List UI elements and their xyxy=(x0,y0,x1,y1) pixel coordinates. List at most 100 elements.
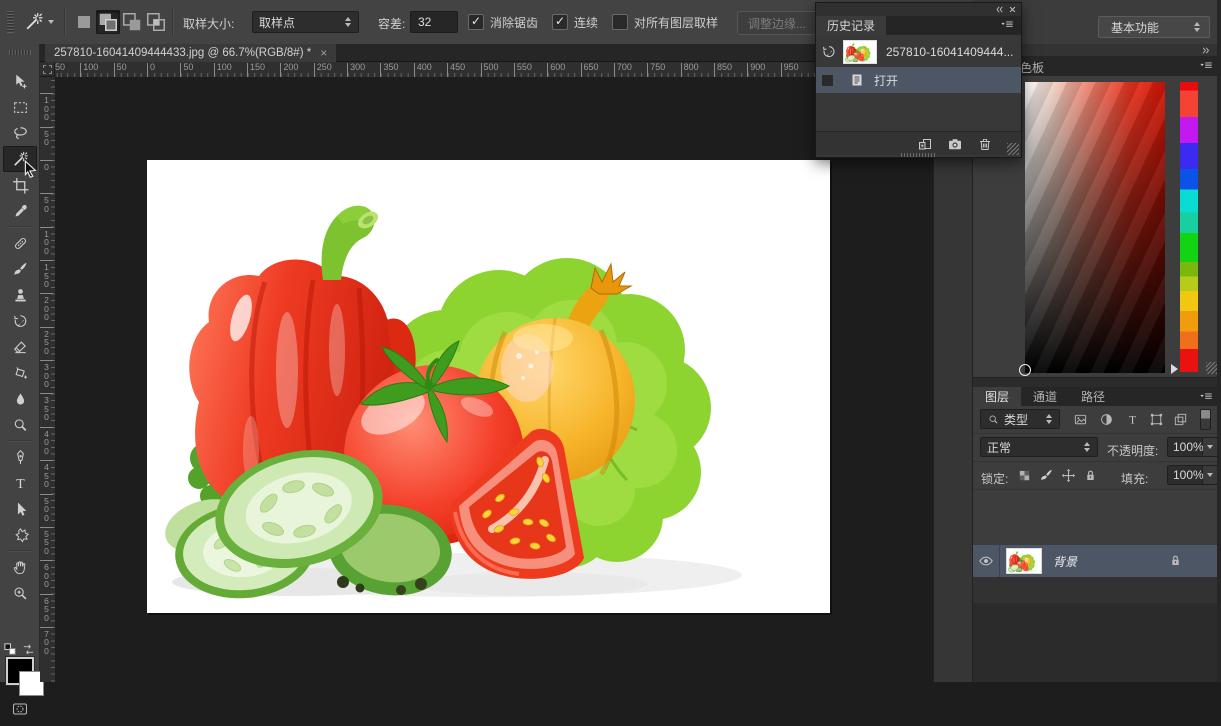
eye-icon[interactable] xyxy=(978,553,994,569)
layer-thumbnail[interactable] xyxy=(1006,548,1042,574)
tool-eraser[interactable] xyxy=(3,334,37,360)
ruler-label: 4 0 0 xyxy=(40,426,53,456)
options-bar-grip[interactable] xyxy=(7,11,14,33)
tool-eyedropper[interactable] xyxy=(3,198,37,224)
filter-type-layers-icon[interactable]: T xyxy=(1125,412,1140,427)
snapshot-thumbnail[interactable] xyxy=(843,40,877,64)
checkbox-消除锯齿[interactable]: ✓ 消除锯齿 xyxy=(468,14,538,31)
tool-clone-stamp[interactable] xyxy=(3,282,37,308)
history-brush-source-icon[interactable] xyxy=(821,44,837,60)
filter-toggle[interactable] xyxy=(1200,409,1211,430)
lock-all-icon[interactable] xyxy=(1083,468,1098,483)
history-snapshot-row[interactable]: 257810-16041409444... xyxy=(816,39,1021,65)
ruler-origin[interactable] xyxy=(40,62,55,77)
tool-dodge[interactable] xyxy=(3,412,37,438)
new-snapshot-icon[interactable] xyxy=(947,136,963,152)
close-panel-icon[interactable] xyxy=(1007,4,1018,15)
tool-hand[interactable] xyxy=(3,554,37,580)
hue-slider[interactable] xyxy=(1180,82,1198,372)
opacity-dropdown-button[interactable] xyxy=(1203,437,1218,457)
hue-slider-marker[interactable] xyxy=(1171,364,1178,374)
panel-menu-icon[interactable] xyxy=(998,18,1016,32)
magic-wand-icon xyxy=(24,12,44,32)
checkbox-对所有图层取样[interactable]: 对所有图层取样 xyxy=(612,14,718,31)
ruler-label: 100 xyxy=(213,63,232,77)
tab-图层[interactable]: 图层 xyxy=(973,387,1022,406)
filter-adjustment-layers-icon[interactable] xyxy=(1099,412,1114,427)
lock-transparency-icon[interactable] xyxy=(1017,468,1032,483)
tool-move[interactable] xyxy=(3,68,37,94)
tool-path-selection[interactable] xyxy=(3,496,37,522)
layer-filter-dropdown[interactable]: 类型 xyxy=(980,409,1060,429)
tool-preset-picker[interactable] xyxy=(24,10,62,34)
lock-label: 锁定: xyxy=(981,472,1009,486)
lock-position-icon[interactable] xyxy=(1061,468,1076,483)
ruler-label: 5 0 xyxy=(40,193,53,213)
vertical-ruler[interactable]: 1 0 0 5 0 0 5 0 1 0 0 1 5 0 2 0 0 2 5 0 3 0 0 3 5… xyxy=(40,77,56,682)
divider xyxy=(172,8,174,36)
quick-mask-button[interactable] xyxy=(10,701,30,717)
intersect-selection-button[interactable] xyxy=(144,10,168,34)
tool-paint-bucket[interactable] xyxy=(3,360,37,386)
panel-menu-icon[interactable] xyxy=(1197,59,1215,73)
tool-zoom[interactable] xyxy=(3,580,37,606)
subtract-from-selection-button[interactable] xyxy=(120,10,144,34)
checkbox-box[interactable]: ✓ xyxy=(552,14,569,30)
tool-brush[interactable] xyxy=(3,256,37,282)
tool-spot-healing-brush[interactable] xyxy=(3,230,37,256)
visibility-well[interactable] xyxy=(973,545,1000,577)
toolbox-grip[interactable] xyxy=(9,50,31,55)
refine-edge-button[interactable]: 调整边缘... xyxy=(737,11,817,35)
fill-dropdown-button[interactable] xyxy=(1203,465,1218,485)
default-colors-icon[interactable] xyxy=(3,642,18,657)
tolerance-input[interactable]: 32 xyxy=(410,11,458,33)
tool-lasso[interactable] xyxy=(3,120,37,146)
tool-custom-shape[interactable] xyxy=(3,522,37,548)
checkbox-box[interactable] xyxy=(612,14,629,30)
collapse-dock-icon[interactable] xyxy=(1199,45,1213,56)
tool-history-brush[interactable] xyxy=(3,308,37,334)
panel-menu-icon[interactable] xyxy=(1197,390,1215,404)
ruler-label: 550 xyxy=(513,63,532,77)
horizontal-ruler[interactable]: 1501005005010015020025030035040045050055… xyxy=(55,62,933,78)
tab-history[interactable]: 历史记录 xyxy=(816,16,887,35)
swap-colors-icon[interactable] xyxy=(21,642,36,657)
panel-resize-grip[interactable] xyxy=(901,153,937,157)
add-to-selection-button[interactable] xyxy=(96,10,120,34)
tab-通道[interactable]: 通道 xyxy=(1021,387,1069,406)
new-document-from-state-icon[interactable] xyxy=(917,136,933,152)
tab-路径[interactable]: 路径 xyxy=(1069,387,1117,406)
collapse-panel-icon[interactable] xyxy=(994,4,1005,15)
new-selection-button[interactable] xyxy=(72,10,96,34)
opacity-value[interactable]: 100% xyxy=(1167,437,1204,457)
lock-paint-icon[interactable] xyxy=(1039,468,1054,483)
filter-shape-layers-icon[interactable] xyxy=(1149,412,1164,427)
checkbox-box[interactable]: ✓ xyxy=(468,14,484,30)
delete-state-icon[interactable] xyxy=(977,136,993,152)
document-tab[interactable]: 257810-16041409444433.jpg @ 66.7%(RGB/8#… xyxy=(45,44,337,62)
canvas[interactable] xyxy=(147,160,830,613)
filter-smart-object-icon[interactable] xyxy=(1173,412,1188,427)
sample-size-dropdown[interactable]: 取样点 xyxy=(252,11,359,33)
set-source-well[interactable] xyxy=(821,73,834,87)
updown-arrows-icon xyxy=(1046,414,1053,424)
layer-list: 背景 xyxy=(973,545,1221,603)
filter-pixel-layers-icon[interactable] xyxy=(1073,412,1088,427)
tab-swatches[interactable]: 色板 xyxy=(1020,59,1044,76)
tool-rectangular-marquee[interactable] xyxy=(3,94,37,120)
document-title: 257810-16041409444433.jpg @ 66.7%(RGB/8#… xyxy=(54,47,312,59)
tool-blur[interactable] xyxy=(3,386,37,412)
color-field-marker[interactable] xyxy=(1019,364,1031,376)
blend-mode-dropdown[interactable]: 正常 xyxy=(980,437,1098,457)
history-state-row[interactable]: 打开 xyxy=(816,67,1021,93)
close-icon[interactable]: × xyxy=(320,46,327,60)
ruler-label: 4 5 0 xyxy=(40,460,53,489)
tool-horizontal-type[interactable]: T xyxy=(3,470,37,496)
layer-row[interactable]: 背景 xyxy=(973,545,1221,577)
resize-grip[interactable] xyxy=(1007,143,1019,155)
checkbox-连续[interactable]: ✓ 连续 xyxy=(552,14,598,31)
fill-value[interactable]: 100% xyxy=(1167,465,1204,485)
color-field[interactable] xyxy=(1019,82,1165,376)
workspace-switcher[interactable]: 基本功能 xyxy=(1098,16,1210,38)
tool-pen[interactable] xyxy=(3,444,37,470)
